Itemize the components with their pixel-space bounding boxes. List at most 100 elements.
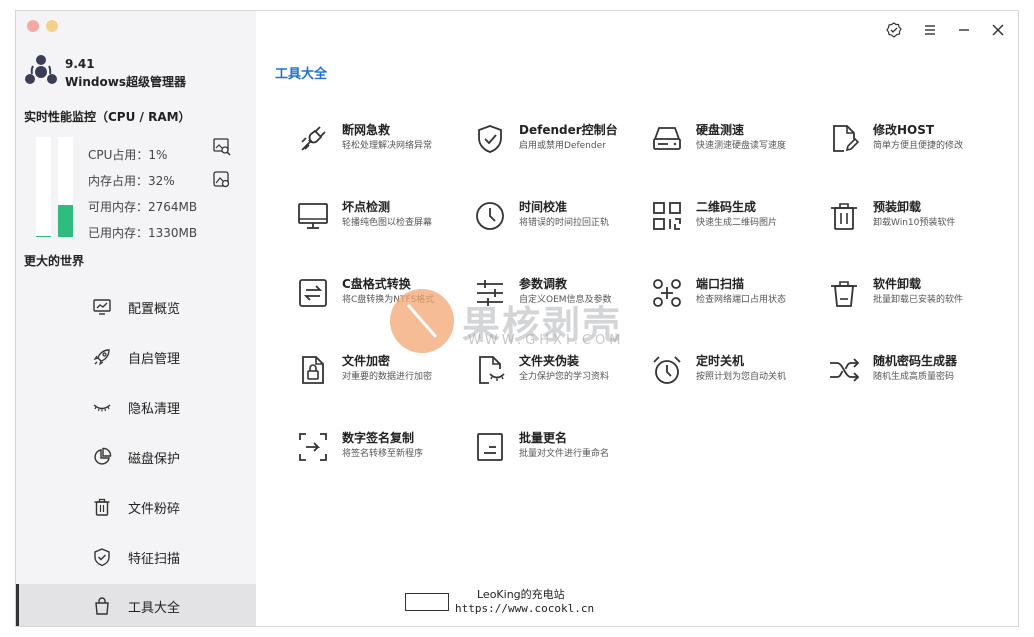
tool-qr-code[interactable]: 二维码生成 快速生成二维码图片 — [651, 198, 821, 238]
sidebar-item-label: 配置概览 — [128, 301, 181, 317]
minimize-icon[interactable] — [956, 22, 972, 38]
cpu-usage: CPU占用：1% — [88, 148, 168, 162]
sidebar-item-label: 特征扫描 — [128, 551, 181, 567]
tool-title: 坏点检测 — [342, 200, 391, 214]
tool-title: 随机密码生成器 — [873, 354, 958, 368]
monitor-title: 实时性能监控（CPU / RAM） — [24, 110, 191, 124]
file-edit-icon — [833, 125, 860, 152]
sidebar-item-label: 自启管理 — [128, 351, 181, 367]
minimize-window-dot[interactable] — [46, 20, 58, 32]
sidebar-item-label: 工具大全 — [128, 600, 181, 616]
tool-desc: 卸载Win10预装软件 — [873, 218, 956, 228]
tool-desc: 快速测速硬盘读写速度 — [696, 141, 787, 151]
sidebar-item-toolbox[interactable]: 工具大全 — [16, 584, 256, 626]
tool-desc: 将错误的时间拉回正轨 — [519, 218, 610, 228]
tool-desc: 批量卸载已安装的软件 — [873, 295, 964, 305]
tool-password-generator[interactable]: 随机密码生成器 随机生成高质量密码 — [828, 352, 998, 392]
tool-title: 预装卸载 — [873, 200, 922, 214]
sidebar-item-label: 隐私清理 — [128, 401, 181, 417]
tool-title: 定时关机 — [696, 354, 745, 368]
cpu-bar-fill — [36, 236, 51, 237]
sidebar-item-privacy[interactable]: 隐私清理 — [16, 385, 256, 429]
tool-desc: 将签名转移至新程序 — [342, 449, 424, 459]
badge-check-icon[interactable] — [886, 22, 902, 38]
convert-icon — [299, 279, 327, 307]
tool-dead-pixel[interactable]: 坏点检测 轮播纯色图以检查屏幕 — [297, 198, 467, 238]
app-version: 9.41 — [65, 57, 95, 71]
monitor-chart-icon — [93, 299, 111, 315]
footer-url: https://www.cocokl.cn — [455, 602, 595, 615]
tool-file-encrypt[interactable]: 文件加密 对重要的数据进行加密 — [297, 352, 467, 392]
tool-desc: 轻松处理解决网络异常 — [342, 141, 433, 151]
tool-preinstall-uninstall[interactable]: 预装卸载 卸载Win10预装软件 — [828, 198, 998, 238]
rename-icon — [477, 433, 503, 461]
tool-software-uninstall[interactable]: 软件卸载 批量卸载已安装的软件 — [828, 275, 998, 315]
tool-port-scan[interactable]: 端口扫描 检查网络端口占用状态 — [651, 275, 821, 315]
rocket-icon — [93, 349, 110, 366]
tool-title: Defender控制台 — [519, 123, 618, 137]
sidebar-item-config-overview[interactable]: 配置概览 — [16, 285, 256, 329]
tool-title: 二维码生成 — [696, 200, 757, 214]
footer-author: LeoKing的充电站 — [477, 588, 565, 601]
sidebar-item-disk-protect[interactable]: 磁盘保护 — [16, 435, 256, 479]
watermark-url: WWW.GHXI.COM — [468, 333, 625, 348]
bag-icon — [95, 597, 109, 615]
tool-signature-copy[interactable]: 数字签名复制 将签名转移至新程序 — [297, 429, 467, 469]
watermark-logo-icon — [390, 289, 454, 353]
cpu-bar — [36, 137, 51, 237]
app-window: 9.41 Windows超级管理器 实时性能监控（CPU / RAM） CPU占… — [15, 10, 1019, 627]
plug-icon — [301, 126, 326, 151]
shield-check-icon — [94, 548, 110, 567]
image-settings-icon[interactable] — [213, 171, 231, 189]
sidebar-item-feature-scan[interactable]: 特征扫描 — [16, 535, 256, 579]
page-title: 工具大全 — [275, 67, 328, 82]
menu-icon[interactable] — [922, 22, 938, 38]
image-search-icon[interactable] — [213, 138, 231, 156]
close-icon[interactable] — [990, 22, 1006, 38]
tool-title: 修改HOST — [873, 123, 935, 137]
close-window-dot[interactable] — [27, 20, 39, 32]
qr-code-icon — [653, 202, 681, 230]
file-mask-icon — [479, 356, 505, 384]
tool-title: 文件夹伪装 — [519, 354, 580, 368]
tool-desc: 按照计划为您自动关机 — [696, 372, 787, 382]
tool-desc: 随机生成高质量密码 — [873, 372, 955, 382]
sidebar: 9.41 Windows超级管理器 实时性能监控（CPU / RAM） CPU占… — [16, 11, 256, 626]
tool-desc: 检查网络端口占用状态 — [696, 295, 787, 305]
mem-available: 可用内存：2764MB — [88, 200, 198, 214]
display-icon — [298, 203, 328, 229]
tool-scheduled-shutdown[interactable]: 定时关机 按照计划为您自动关机 — [651, 352, 821, 392]
sidebar-item-file-shred[interactable]: 文件粉碎 — [16, 485, 256, 529]
file-lock-icon — [302, 356, 324, 384]
tool-desc: 批量对文件进行重命名 — [519, 449, 610, 459]
sidebar-item-label: 磁盘保护 — [128, 451, 181, 467]
tool-time-sync[interactable]: 时间校准 将错误的时间拉回正轨 — [474, 198, 644, 238]
tool-title: 端口扫描 — [696, 277, 745, 291]
tool-defender[interactable]: Defender控制台 启用或禁用Defender — [474, 121, 644, 161]
tool-title: 参数调教 — [519, 277, 568, 291]
mem-used: 已用内存：1330MB — [88, 226, 198, 240]
tool-network-rescue[interactable]: 断网急救 轻松处理解决网络异常 — [297, 121, 467, 161]
tool-disk-speed[interactable]: 硬盘测速 快速测速硬盘读写速度 — [651, 121, 821, 161]
sidebar-item-label: 文件粉碎 — [128, 501, 181, 517]
hard-drive-icon — [653, 127, 681, 150]
footer-badge-icon — [405, 593, 449, 611]
tool-title: 批量更名 — [519, 431, 568, 445]
tool-desc: 简单方便且便捷的修改 — [873, 141, 964, 151]
tool-title: 软件卸载 — [873, 277, 922, 291]
tool-desc: 快速生成二维码图片 — [696, 218, 778, 228]
tool-title: 数字签名复制 — [342, 431, 415, 445]
shield-icon — [478, 125, 502, 153]
mem-usage: 内存占用：32% — [88, 174, 175, 188]
tool-batch-rename[interactable]: 批量更名 批量对文件进行重命名 — [474, 429, 644, 469]
section-label: 更大的世界 — [24, 254, 85, 268]
alarm-icon — [653, 356, 681, 384]
tool-desc: 全力保护您的学习资料 — [519, 372, 610, 382]
app-logo-icon — [25, 55, 57, 84]
pie-chart-icon — [94, 447, 112, 465]
tool-desc: 对重要的数据进行加密 — [342, 372, 433, 382]
tool-edit-host[interactable]: 修改HOST 简单方便且便捷的修改 — [828, 121, 998, 161]
tool-folder-disguise[interactable]: 文件夹伪装 全力保护您的学习资料 — [474, 352, 644, 392]
shuffle-icon — [830, 358, 860, 382]
sidebar-item-startup[interactable]: 自启管理 — [16, 335, 256, 379]
